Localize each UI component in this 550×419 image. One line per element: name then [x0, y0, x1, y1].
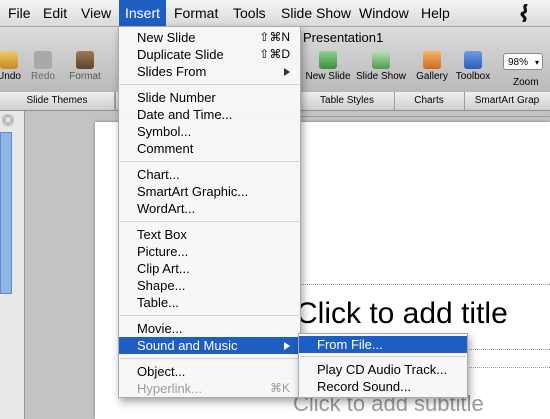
- new-slide-icon: [319, 51, 337, 69]
- toolbox-label: Toolbox: [455, 71, 491, 82]
- menu-item-label: Slides From: [137, 64, 207, 79]
- menu-item-sound-and-music[interactable]: Sound and Music: [119, 337, 300, 354]
- menu-item-label: Play CD Audio Track...: [317, 362, 448, 377]
- menu-item-symbol[interactable]: Symbol...: [119, 123, 300, 140]
- menu-item-movie[interactable]: Movie...: [119, 320, 300, 337]
- zoom-value: 98%: [508, 57, 529, 68]
- menu-item-label: Movie...: [137, 321, 183, 336]
- menu-item-label: Sound and Music: [137, 338, 238, 353]
- menu-slide-show[interactable]: Slide Show: [275, 0, 357, 26]
- menu-item-label: Symbol...: [137, 124, 192, 139]
- menu-format[interactable]: Format: [168, 0, 224, 26]
- menu-item-label: Table...: [137, 295, 179, 310]
- tab-charts[interactable]: Charts: [394, 92, 465, 110]
- close-icon[interactable]: ✕: [2, 114, 14, 126]
- menu-item-label: Chart...: [137, 167, 180, 182]
- menu-item-label: Shape...: [137, 278, 186, 293]
- menu-view[interactable]: View: [75, 0, 117, 26]
- new-slide-label: New Slide: [305, 71, 351, 82]
- menu-item-label: Record Sound...: [317, 379, 411, 394]
- menu-item-label: SmartArt Graphic...: [137, 184, 249, 199]
- gallery-label: Gallery: [416, 71, 448, 82]
- menu-tools[interactable]: Tools: [227, 0, 272, 26]
- title-placeholder[interactable]: Click to add title: [296, 297, 508, 331]
- slide-show-label: Slide Show: [355, 71, 407, 82]
- toolbox-button[interactable]: Toolbox: [446, 51, 500, 82]
- menu-item-label: Duplicate Slide: [137, 47, 224, 62]
- menu-item-from-file[interactable]: From File...: [299, 336, 467, 353]
- menu-item-label: Text Box: [137, 227, 187, 242]
- menu-item-label: Comment: [137, 141, 194, 156]
- menu-item-shape[interactable]: Shape...: [119, 277, 300, 294]
- menu-item-table[interactable]: Table...: [119, 294, 300, 311]
- tab-slide-themes[interactable]: Slide Themes: [0, 92, 115, 110]
- menu-item-label: New Slide: [137, 30, 196, 45]
- menu-item-label: Slide Number: [137, 90, 216, 105]
- redo-label: Redo: [31, 71, 55, 82]
- menu-item-label: Object...: [137, 364, 186, 379]
- insert-menu: New Slide ⇧⌘N Duplicate Slide ⇧⌘D Slides F…: [118, 26, 301, 398]
- sound-and-music-submenu: From File... Play CD Audio Track... Reco…: [298, 333, 468, 398]
- menu-edit[interactable]: Edit: [37, 0, 73, 26]
- menu-item-hyperlink: Hyperlink... ⌘K: [119, 380, 300, 397]
- submenu-arrow-icon: [284, 342, 290, 350]
- menu-item-chart[interactable]: Chart...: [119, 166, 300, 183]
- menu-help[interactable]: Help: [415, 0, 456, 26]
- script-menu-icon[interactable]: [517, 4, 533, 22]
- menu-item-label: Picture...: [137, 244, 189, 259]
- menu-item-record-sound[interactable]: Record Sound...: [299, 378, 467, 395]
- redo-icon: [34, 51, 52, 69]
- menu-separator: [120, 315, 299, 316]
- gallery-icon: [423, 51, 441, 69]
- menu-item-comment[interactable]: Comment: [119, 140, 300, 157]
- menu-item-label: Date and Time...: [137, 107, 233, 122]
- shortcut-label: ⇧⌘D: [259, 47, 290, 61]
- format-brush-icon: [76, 51, 94, 69]
- shortcut-label: ⇧⌘N: [259, 30, 290, 44]
- menu-separator: [120, 358, 299, 359]
- zoom-label: Zoom: [513, 77, 539, 88]
- menu-item-text-box[interactable]: Text Box: [119, 226, 300, 243]
- menu-item-smartart[interactable]: SmartArt Graphic...: [119, 183, 300, 200]
- menu-insert[interactable]: Insert: [119, 0, 167, 26]
- format-label: Format: [69, 71, 101, 82]
- menu-item-wordart[interactable]: WordArt...: [119, 200, 300, 217]
- menu-separator: [300, 356, 466, 357]
- shortcut-label: ⌘K: [269, 381, 290, 395]
- menu-item-label: Clip Art...: [137, 261, 190, 276]
- tab-table-styles[interactable]: Table Styles: [300, 92, 395, 110]
- menu-item-label: From File...: [317, 337, 383, 352]
- menu-item-slides-from[interactable]: Slides From: [119, 63, 300, 80]
- slide-show-icon: [372, 51, 390, 69]
- submenu-arrow-icon: [284, 68, 290, 76]
- slide-thumbnail[interactable]: [0, 132, 12, 294]
- tab-smartart[interactable]: SmartArt Grap: [464, 92, 550, 110]
- zoom-select[interactable]: 98% ▾: [503, 53, 543, 70]
- slide-thumbnail-pane: ✕: [0, 111, 25, 419]
- chevron-down-icon: ▾: [534, 58, 539, 67]
- menu-item-date-and-time[interactable]: Date and Time...: [119, 106, 300, 123]
- menu-item-duplicate-slide[interactable]: Duplicate Slide ⇧⌘D: [119, 46, 300, 63]
- format-button[interactable]: Format: [58, 51, 112, 82]
- menu-file[interactable]: File: [2, 0, 37, 26]
- menu-item-label: Hyperlink...: [137, 381, 203, 396]
- menu-separator: [120, 161, 299, 162]
- menu-item-picture[interactable]: Picture...: [119, 243, 300, 260]
- ribbon-divider: [114, 92, 116, 110]
- menu-window[interactable]: Window: [353, 0, 415, 26]
- menu-item-clip-art[interactable]: Clip Art...: [119, 260, 300, 277]
- toolbox-icon: [464, 51, 482, 69]
- menu-item-label: WordArt...: [137, 201, 196, 216]
- menu-separator: [120, 221, 299, 222]
- menu-item-slide-number[interactable]: Slide Number: [119, 89, 300, 106]
- menu-item-play-cd-audio-track[interactable]: Play CD Audio Track...: [299, 361, 467, 378]
- document-title: Presentation1: [303, 30, 384, 45]
- menu-bar: File Edit View Insert Format Tools Slide…: [0, 0, 550, 27]
- menu-item-new-slide[interactable]: New Slide ⇧⌘N: [119, 29, 300, 46]
- menu-item-object[interactable]: Object...: [119, 363, 300, 380]
- new-slide-button[interactable]: New Slide: [301, 51, 355, 82]
- slide-show-button[interactable]: Slide Show: [354, 51, 408, 82]
- menu-separator: [120, 84, 299, 85]
